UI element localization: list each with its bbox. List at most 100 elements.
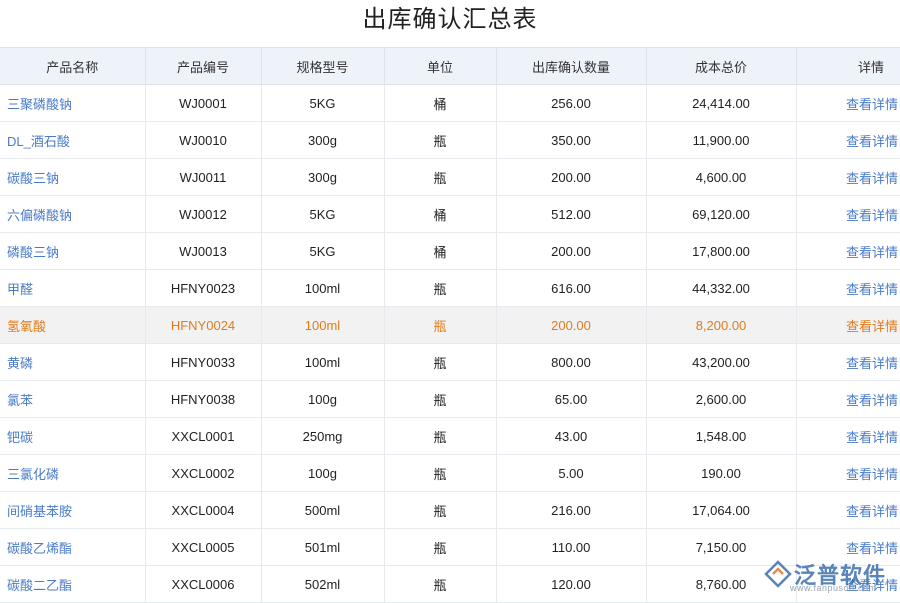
view-detail-link[interactable]: 查看详情 (796, 270, 900, 307)
cell-cost: 43,200.00 (646, 344, 796, 381)
view-detail-link[interactable]: 查看详情 (796, 492, 900, 529)
table-row[interactable]: 氯苯HFNY0038100g瓶65.002,600.00查看详情 (0, 381, 900, 418)
table-row[interactable]: 六偏磷酸钠WJ00125KG桶512.0069,120.00查看详情 (0, 196, 900, 233)
cell-product-code: XXCL0005 (145, 529, 261, 566)
cell-product-name[interactable]: 氯苯 (0, 381, 145, 418)
cell-quantity: 800.00 (496, 344, 646, 381)
cell-spec: 100ml (261, 270, 384, 307)
view-detail-link[interactable]: 查看详情 (796, 159, 900, 196)
cell-cost: 24,414.00 (646, 85, 796, 122)
page-title: 出库确认汇总表 (0, 0, 900, 46)
table-row[interactable]: 甲醛HFNY0023100ml瓶616.0044,332.00查看详情 (0, 270, 900, 307)
cell-cost: 69,120.00 (646, 196, 796, 233)
table-row[interactable]: 磷酸三钠WJ00135KG桶200.0017,800.00查看详情 (0, 233, 900, 270)
cell-spec: 250mg (261, 418, 384, 455)
cell-quantity: 350.00 (496, 122, 646, 159)
cell-cost: 190.00 (646, 455, 796, 492)
table-row[interactable]: 三聚磷酸钠WJ00015KG桶256.0024,414.00查看详情 (0, 85, 900, 122)
table-row[interactable]: DL_酒石酸WJ0010300g瓶350.0011,900.00查看详情 (0, 122, 900, 159)
cell-spec: 100g (261, 381, 384, 418)
cell-product-code: WJ0012 (145, 196, 261, 233)
cell-product-code: XXCL0004 (145, 492, 261, 529)
table-row[interactable]: 碳酸二乙酯XXCL0006502ml瓶120.008,760.00查看详情 (0, 566, 900, 603)
cell-unit: 瓶 (384, 529, 496, 566)
cell-spec: 500ml (261, 492, 384, 529)
column-header-quantity[interactable]: 出库确认数量 (496, 48, 646, 85)
cell-spec: 5KG (261, 196, 384, 233)
view-detail-link[interactable]: 查看详情 (796, 566, 900, 603)
table-row[interactable]: 钯碳XXCL0001250mg瓶43.001,548.00查看详情 (0, 418, 900, 455)
cell-cost: 17,800.00 (646, 233, 796, 270)
view-detail-link[interactable]: 查看详情 (796, 529, 900, 566)
cell-product-name[interactable]: 甲醛 (0, 270, 145, 307)
cell-quantity: 65.00 (496, 381, 646, 418)
cell-product-name[interactable]: 碳酸二乙酯 (0, 566, 145, 603)
cell-cost: 8,760.00 (646, 566, 796, 603)
table-row[interactable]: 碳酸三钠WJ0011300g瓶200.004,600.00查看详情 (0, 159, 900, 196)
summary-table: 产品名称 产品编号 规格型号 单位 出库确认数量 成本总价 详情 三聚磷酸钠WJ… (0, 47, 900, 603)
view-detail-link[interactable]: 查看详情 (796, 85, 900, 122)
cell-quantity: 200.00 (496, 233, 646, 270)
cell-product-name[interactable]: 三氯化磷 (0, 455, 145, 492)
cell-unit: 瓶 (384, 492, 496, 529)
cell-unit: 桶 (384, 196, 496, 233)
cell-unit: 瓶 (384, 270, 496, 307)
table-row[interactable]: 氢氧酸HFNY0024100ml瓶200.008,200.00查看详情 (0, 307, 900, 344)
cell-product-name[interactable]: 三聚磷酸钠 (0, 85, 145, 122)
cell-product-code: WJ0001 (145, 85, 261, 122)
view-detail-link[interactable]: 查看详情 (796, 455, 900, 492)
cell-product-name[interactable]: 碳酸乙烯酯 (0, 529, 145, 566)
view-detail-link[interactable]: 查看详情 (796, 307, 900, 344)
view-detail-link[interactable]: 查看详情 (796, 122, 900, 159)
cell-product-name[interactable]: 氢氧酸 (0, 307, 145, 344)
column-header-detail: 详情 (796, 48, 900, 85)
cell-quantity: 216.00 (496, 492, 646, 529)
cell-cost: 44,332.00 (646, 270, 796, 307)
cell-spec: 300g (261, 159, 384, 196)
cell-product-name[interactable]: 磷酸三钠 (0, 233, 145, 270)
cell-product-name[interactable]: DL_酒石酸 (0, 122, 145, 159)
cell-spec: 100ml (261, 307, 384, 344)
cell-unit: 瓶 (384, 455, 496, 492)
cell-unit: 瓶 (384, 159, 496, 196)
cell-unit: 瓶 (384, 122, 496, 159)
cell-product-code: HFNY0038 (145, 381, 261, 418)
view-detail-link[interactable]: 查看详情 (796, 418, 900, 455)
cell-quantity: 512.00 (496, 196, 646, 233)
cell-cost: 8,200.00 (646, 307, 796, 344)
cell-quantity: 5.00 (496, 455, 646, 492)
table-row[interactable]: 碳酸乙烯酯XXCL0005501ml瓶110.007,150.00查看详情 (0, 529, 900, 566)
cell-quantity: 120.00 (496, 566, 646, 603)
table-row[interactable]: 黄磷HFNY0033100ml瓶800.0043,200.00查看详情 (0, 344, 900, 381)
cell-product-code: XXCL0006 (145, 566, 261, 603)
cell-product-code: XXCL0002 (145, 455, 261, 492)
cell-spec: 502ml (261, 566, 384, 603)
view-detail-link[interactable]: 查看详情 (796, 233, 900, 270)
cell-unit: 桶 (384, 85, 496, 122)
cell-product-code: HFNY0024 (145, 307, 261, 344)
cell-product-name[interactable]: 间硝基苯胺 (0, 492, 145, 529)
cell-cost: 2,600.00 (646, 381, 796, 418)
table-row[interactable]: 三氯化磷XXCL0002100g瓶5.00190.00查看详情 (0, 455, 900, 492)
table-row[interactable]: 间硝基苯胺XXCL0004500ml瓶216.0017,064.00查看详情 (0, 492, 900, 529)
column-header-cost[interactable]: 成本总价 (646, 48, 796, 85)
column-header-product-name[interactable]: 产品名称 (0, 48, 145, 85)
cell-product-name[interactable]: 钯碳 (0, 418, 145, 455)
cell-product-code: HFNY0033 (145, 344, 261, 381)
cell-spec: 501ml (261, 529, 384, 566)
view-detail-link[interactable]: 查看详情 (796, 196, 900, 233)
column-header-product-code[interactable]: 产品编号 (145, 48, 261, 85)
cell-product-name[interactable]: 碳酸三钠 (0, 159, 145, 196)
column-header-spec[interactable]: 规格型号 (261, 48, 384, 85)
cell-product-name[interactable]: 六偏磷酸钠 (0, 196, 145, 233)
cell-spec: 5KG (261, 233, 384, 270)
cell-product-code: XXCL0001 (145, 418, 261, 455)
cell-product-name[interactable]: 黄磷 (0, 344, 145, 381)
cell-spec: 300g (261, 122, 384, 159)
view-detail-link[interactable]: 查看详情 (796, 344, 900, 381)
cell-quantity: 200.00 (496, 307, 646, 344)
view-detail-link[interactable]: 查看详情 (796, 381, 900, 418)
cell-quantity: 200.00 (496, 159, 646, 196)
cell-product-code: WJ0010 (145, 122, 261, 159)
column-header-unit[interactable]: 单位 (384, 48, 496, 85)
